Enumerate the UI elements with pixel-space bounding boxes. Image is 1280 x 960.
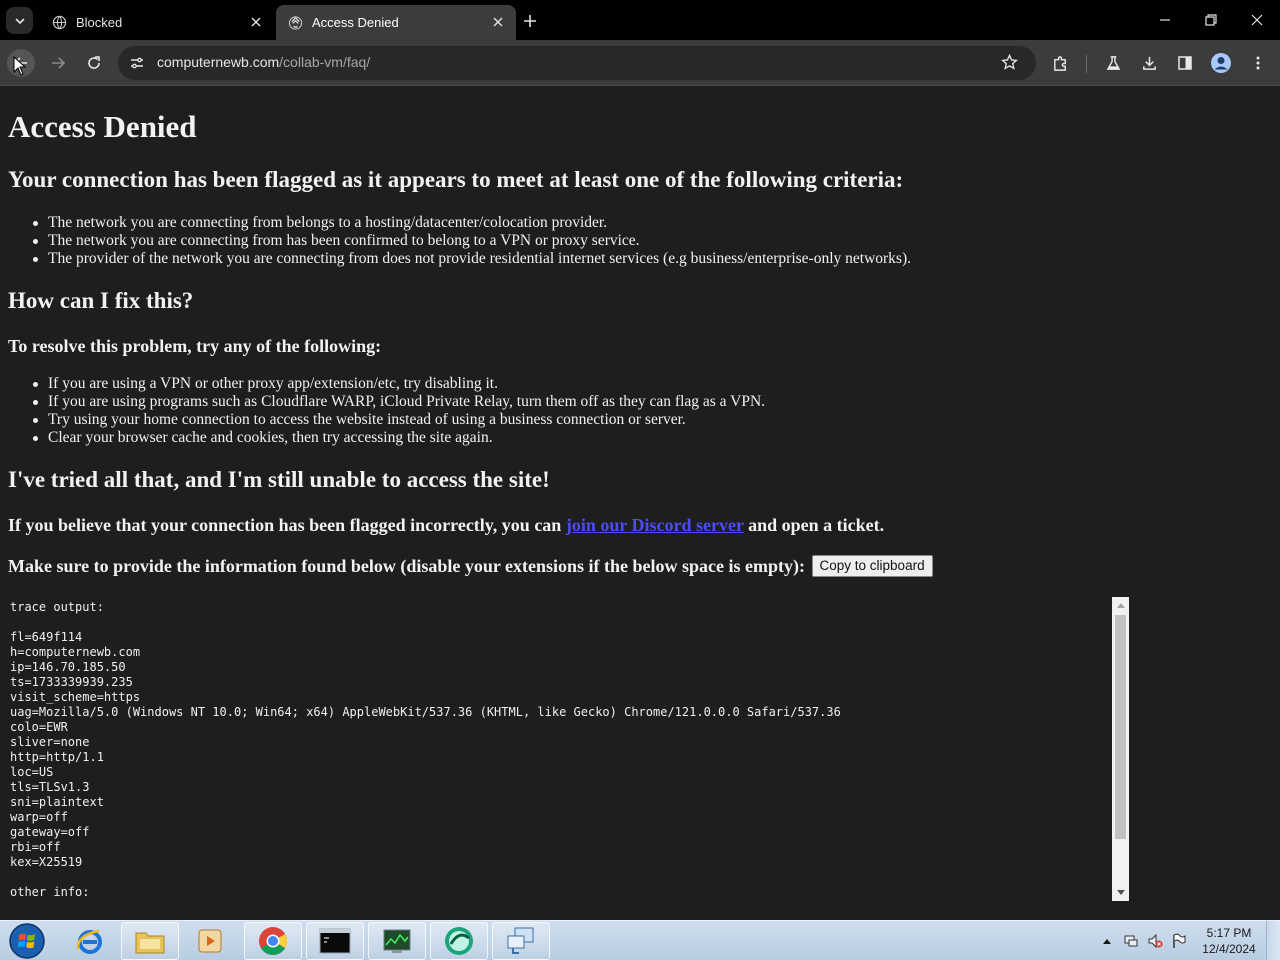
tray-expand-icon[interactable] xyxy=(1099,933,1115,949)
plus-icon xyxy=(524,15,536,27)
taskbar-media-player[interactable] xyxy=(181,922,239,960)
resolve-heading: To resolve this problem, try any of the … xyxy=(8,336,382,356)
clock-time: 5:17 PM xyxy=(1206,926,1252,940)
list-item: Clear your browser cache and cookies, th… xyxy=(32,429,765,447)
minimize-button[interactable] xyxy=(1142,0,1188,40)
internet-explorer-icon xyxy=(76,929,102,954)
url-path: /collab-vm/faq/ xyxy=(279,54,371,70)
close-tab-icon[interactable] xyxy=(490,14,506,30)
minimize-icon xyxy=(1160,19,1170,21)
downloads-button[interactable] xyxy=(1135,49,1163,77)
windows-start-icon xyxy=(9,923,45,959)
list-item: If you are using a VPN or other proxy ap… xyxy=(32,375,765,393)
trace-output-box[interactable]: trace output: fl=649f114 h=computernewb.… xyxy=(8,597,1129,901)
labs-button[interactable] xyxy=(1099,49,1127,77)
taskbar: 5:17 PM 12/4/2024 xyxy=(0,920,1280,960)
remote-desktop-icon xyxy=(507,927,534,954)
restore-icon xyxy=(1205,14,1217,26)
page-content: Access Denied Your connection has been f… xyxy=(0,87,1280,920)
puzzle-icon xyxy=(1053,55,1066,71)
scroll-up-arrow-icon[interactable] xyxy=(1112,598,1129,612)
folder-icon xyxy=(135,932,165,954)
criteria-heading: Your connection has been flagged as it a… xyxy=(8,167,904,192)
action-center-flag-icon[interactable] xyxy=(1171,933,1187,949)
chrome-icon xyxy=(259,927,287,955)
taskbar-clock[interactable]: 5:17 PM 12/4/2024 xyxy=(1196,925,1262,957)
download-icon xyxy=(1142,56,1156,70)
close-icon xyxy=(1251,14,1263,26)
taskbar-chrome[interactable] xyxy=(244,922,302,960)
incorrect-flag-text: If you believe that your connection has … xyxy=(8,515,884,536)
fix-heading: How can I fix this? xyxy=(8,288,194,313)
reload-icon xyxy=(88,56,100,69)
side-panel-button[interactable] xyxy=(1171,49,1199,77)
taskbar-command-prompt[interactable] xyxy=(306,922,364,960)
profile-button[interactable] xyxy=(1207,49,1235,77)
trace-output-text: trace output: fl=649f114 h=computernewb.… xyxy=(10,600,841,899)
taskbar-internet-explorer[interactable] xyxy=(61,922,119,960)
list-item: The provider of the network you are conn… xyxy=(33,250,911,267)
restore-button[interactable] xyxy=(1188,0,1234,40)
page-title: Access Denied xyxy=(8,109,197,144)
incorrect-suffix: and open a ticket. xyxy=(748,515,885,535)
forward-button[interactable] xyxy=(44,49,72,77)
fix-list: If you are using a VPN or other proxy ap… xyxy=(32,375,766,447)
network-icon[interactable] xyxy=(1123,933,1139,949)
taskbar-task-manager[interactable] xyxy=(368,922,426,960)
site-settings-icon[interactable] xyxy=(129,55,145,71)
chevron-down-icon xyxy=(14,17,25,24)
avatar-icon xyxy=(1211,53,1231,73)
close-window-button[interactable] xyxy=(1234,0,1280,40)
scroll-down-arrow-icon[interactable] xyxy=(1112,886,1129,900)
taskbar-remote-desktop[interactable] xyxy=(492,922,550,960)
command-prompt-icon xyxy=(319,928,351,954)
bookmark-star-icon[interactable] xyxy=(1001,54,1018,71)
flask-icon xyxy=(1106,55,1120,70)
task-manager-icon xyxy=(383,929,411,953)
address-bar[interactable]: computernewb.com/collab-vm/faq/ xyxy=(118,46,1036,80)
tab-strip: Blocked Access Denied xyxy=(0,0,1280,40)
side-panel-icon xyxy=(1178,56,1192,70)
start-button[interactable] xyxy=(4,922,50,960)
reload-button[interactable] xyxy=(80,49,108,77)
media-player-icon xyxy=(198,929,222,953)
provide-info-text: Make sure to provide the information fou… xyxy=(8,554,933,579)
extensions-button[interactable] xyxy=(1046,49,1074,77)
close-tab-icon[interactable] xyxy=(248,14,264,30)
tab-blocked[interactable]: Blocked xyxy=(40,5,274,40)
provide-info-label: Make sure to provide the information fou… xyxy=(8,556,806,576)
tab-search-button[interactable] xyxy=(6,7,33,34)
mouse-cursor-icon xyxy=(13,56,27,76)
tab-access-denied[interactable]: Access Denied xyxy=(276,5,516,40)
tab-title: Access Denied xyxy=(312,15,399,30)
scroll-thumb[interactable] xyxy=(1115,615,1126,839)
taskbar-file-explorer[interactable] xyxy=(121,922,179,960)
criteria-list: The network you are connecting from belo… xyxy=(33,214,911,268)
copy-to-clipboard-button[interactable]: Copy to clipboard xyxy=(811,554,933,577)
arrow-right-icon xyxy=(52,57,66,69)
list-item: If you are using programs such as Cloudf… xyxy=(32,393,766,410)
url-host: computernewb.com xyxy=(157,54,280,70)
discord-link[interactable]: join our Discord server xyxy=(566,515,744,535)
menu-button[interactable] xyxy=(1244,49,1272,77)
app-globe-icon xyxy=(445,927,473,955)
list-item: The network you are connecting from belo… xyxy=(33,214,911,232)
list-item: Try using your home connection to access… xyxy=(32,411,765,429)
incorrect-prefix: If you believe that your connection has … xyxy=(8,515,562,535)
still-unable-heading: I've tried all that, and I'm still unabl… xyxy=(8,467,550,492)
trace-scrollbar[interactable] xyxy=(1112,597,1129,901)
clock-date: 12/4/2024 xyxy=(1202,942,1256,956)
toolbar-separator xyxy=(1086,55,1087,73)
browser-toolbar: computernewb.com/collab-vm/faq/ xyxy=(0,40,1280,86)
globe-icon xyxy=(52,15,67,30)
taskbar-app-globe[interactable] xyxy=(430,922,488,960)
tab-title: Blocked xyxy=(76,15,123,30)
more-vertical-icon xyxy=(1256,56,1260,70)
url-text: computernewb.com/collab-vm/faq/ xyxy=(157,54,370,70)
show-desktop-button[interactable] xyxy=(1266,921,1280,960)
cloudflare-icon xyxy=(288,15,303,30)
list-item: The network you are connecting from has … xyxy=(33,232,911,250)
new-tab-button[interactable] xyxy=(518,9,542,33)
volume-muted-icon[interactable] xyxy=(1147,933,1163,949)
